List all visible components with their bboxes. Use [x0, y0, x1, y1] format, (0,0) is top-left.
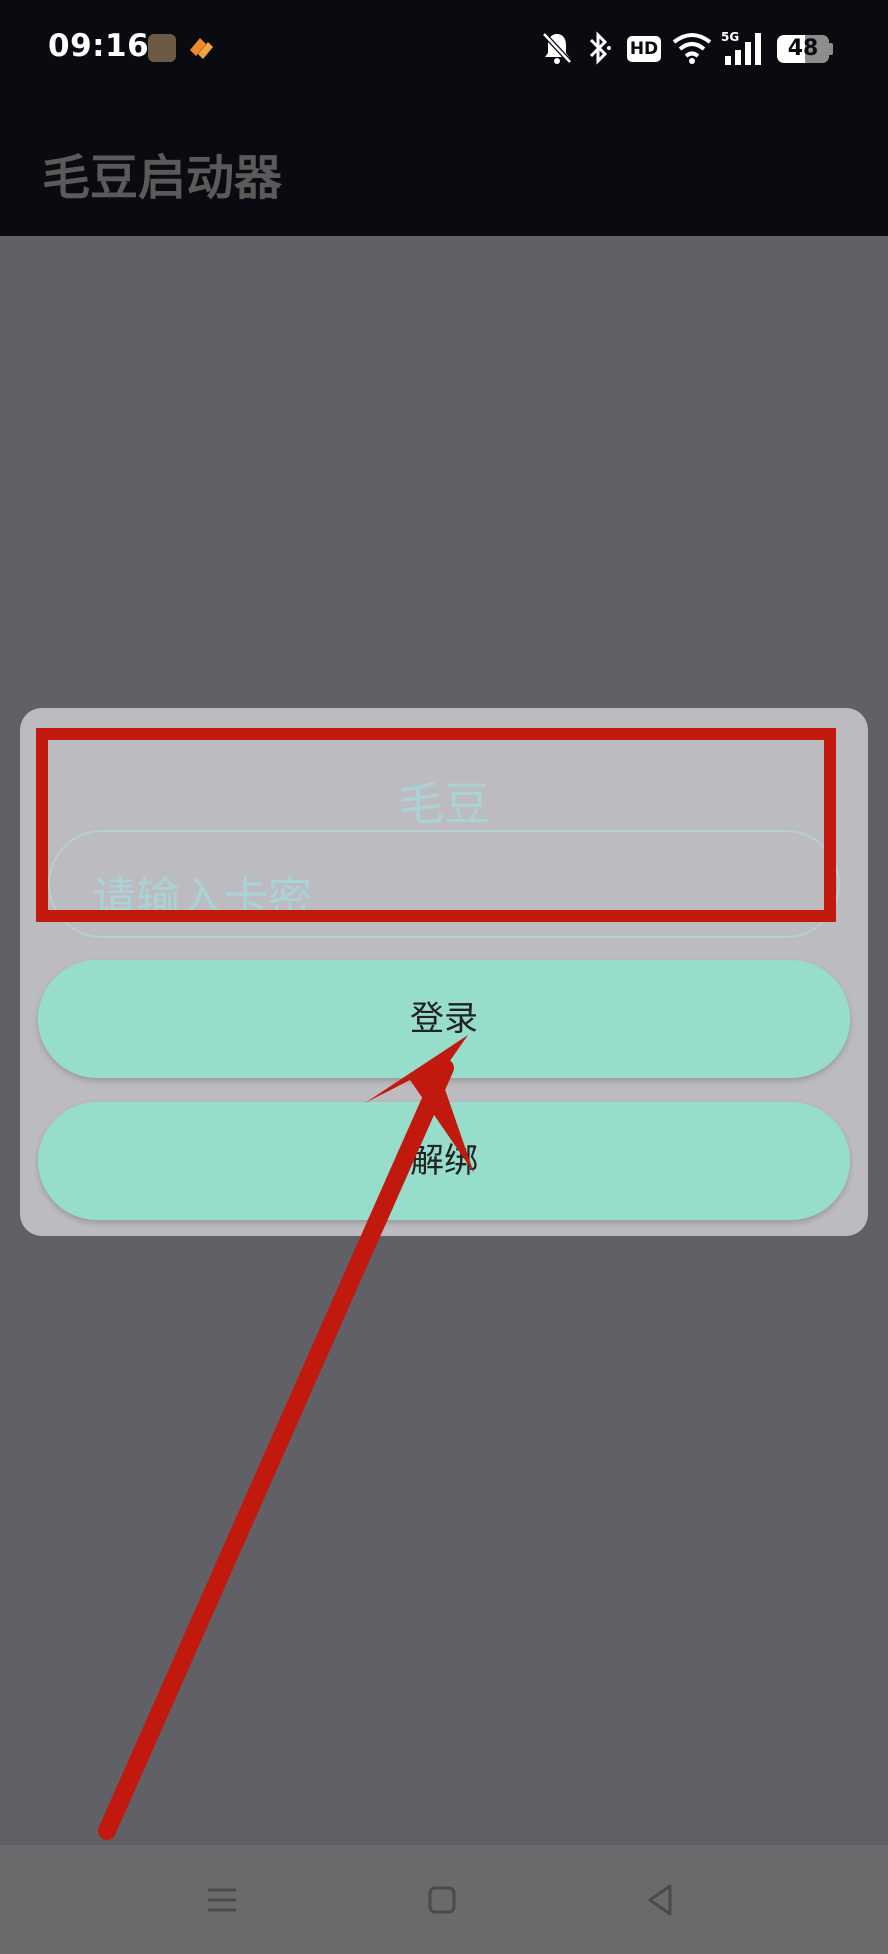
- home-icon[interactable]: [422, 1880, 462, 1920]
- battery-tip: [829, 43, 833, 55]
- back-icon[interactable]: [640, 1880, 680, 1920]
- game-app-icon: [148, 34, 176, 62]
- status-bar: 09:16 HD 5G 48: [0, 0, 888, 98]
- orange-app-icon: [190, 38, 213, 59]
- app-bar: 毛豆启动器: [0, 98, 888, 236]
- app-title: 毛豆启动器: [42, 150, 283, 206]
- hd-icon: HD: [627, 36, 661, 62]
- cell-signal-icon: 5G: [721, 30, 761, 65]
- status-time: 09:16: [48, 28, 150, 64]
- login-button[interactable]: 登录: [38, 960, 850, 1078]
- annotation-highlight-box: [36, 728, 836, 922]
- battery-icon: 48: [777, 35, 829, 63]
- bell-off-icon: [542, 32, 572, 64]
- bluetooth-icon: [589, 31, 611, 65]
- battery-level: 48: [787, 36, 819, 61]
- unbind-button[interactable]: 解绑: [38, 1102, 850, 1220]
- wifi-icon: [672, 33, 712, 64]
- nav-bar: [0, 1845, 888, 1954]
- menu-icon[interactable]: [202, 1880, 242, 1920]
- svg-text:5G: 5G: [721, 30, 739, 44]
